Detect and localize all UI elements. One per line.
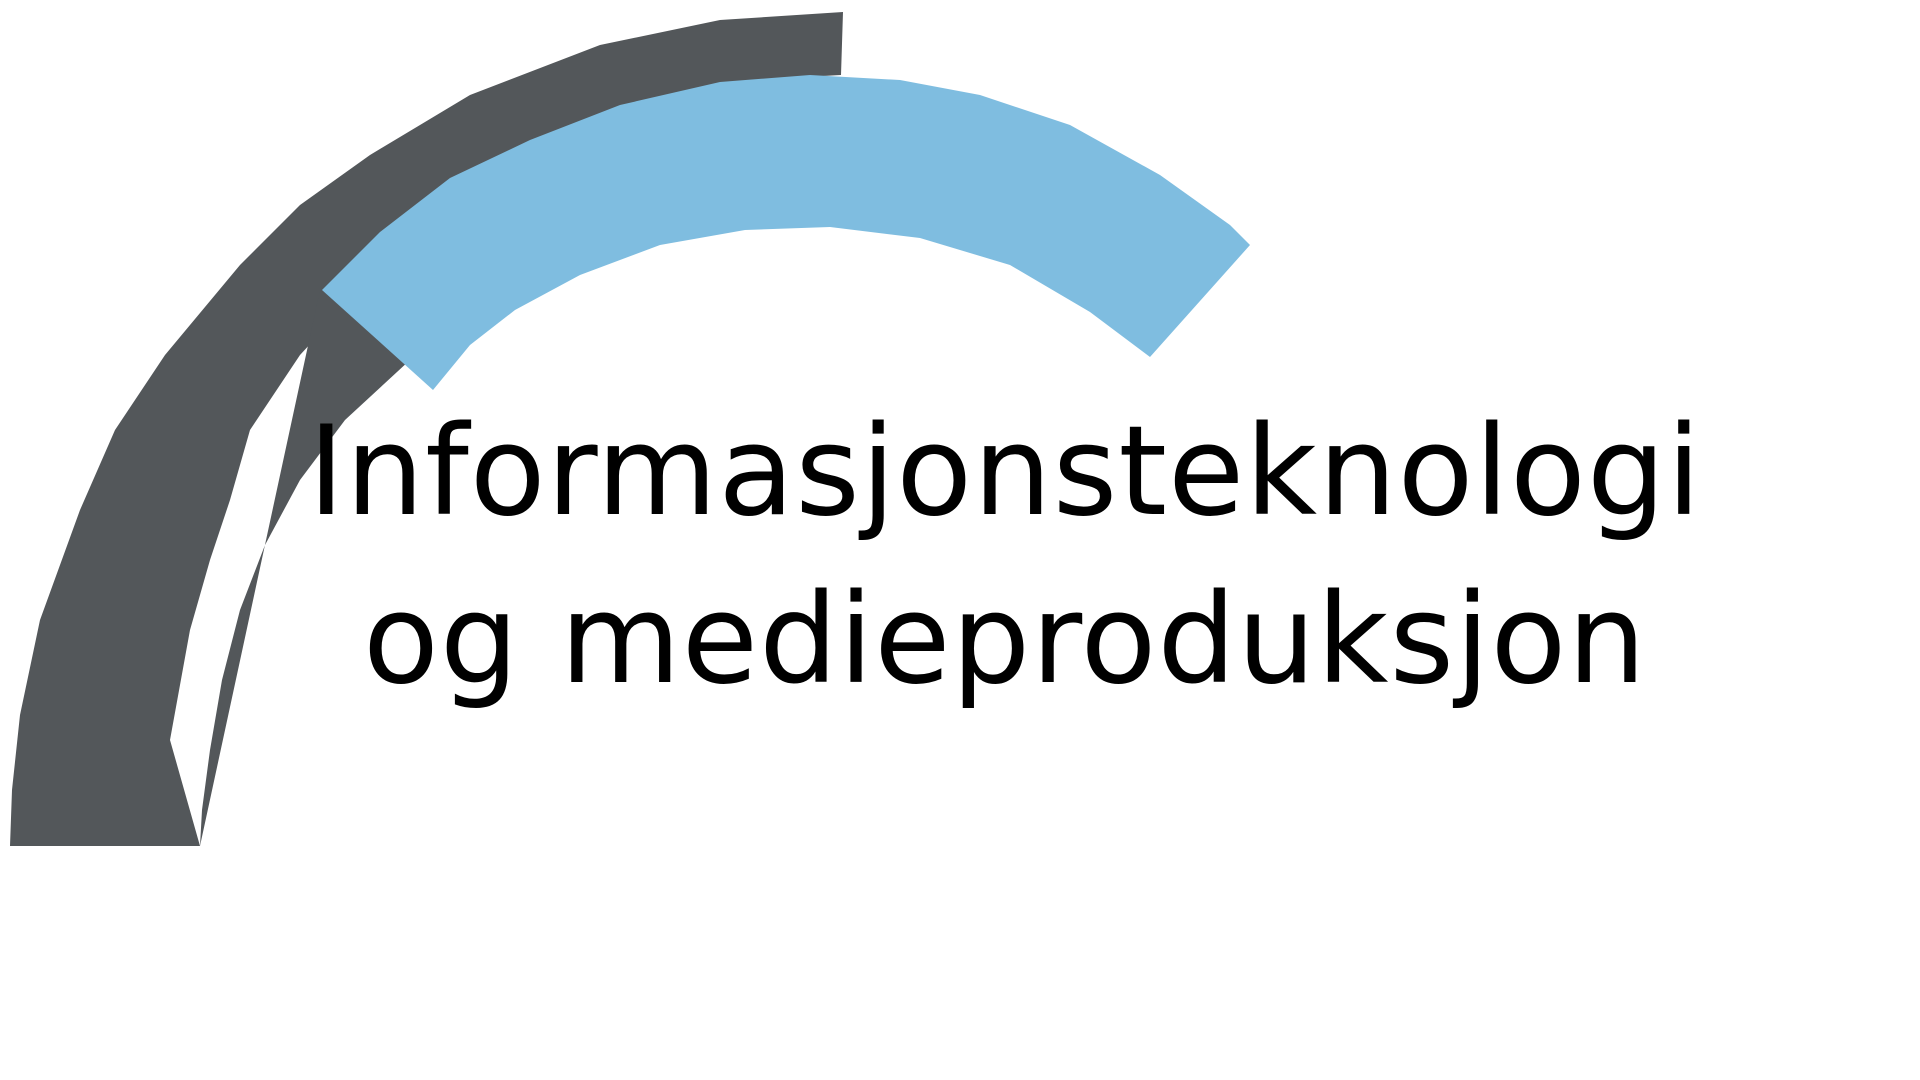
logo-canvas: Informasjonsteknologi og medieproduksjon (0, 0, 1920, 1080)
logo-text-line-1: Informasjonsteknologi (307, 400, 1703, 544)
logo-text-line-2: og medieproduksjon (363, 568, 1647, 712)
